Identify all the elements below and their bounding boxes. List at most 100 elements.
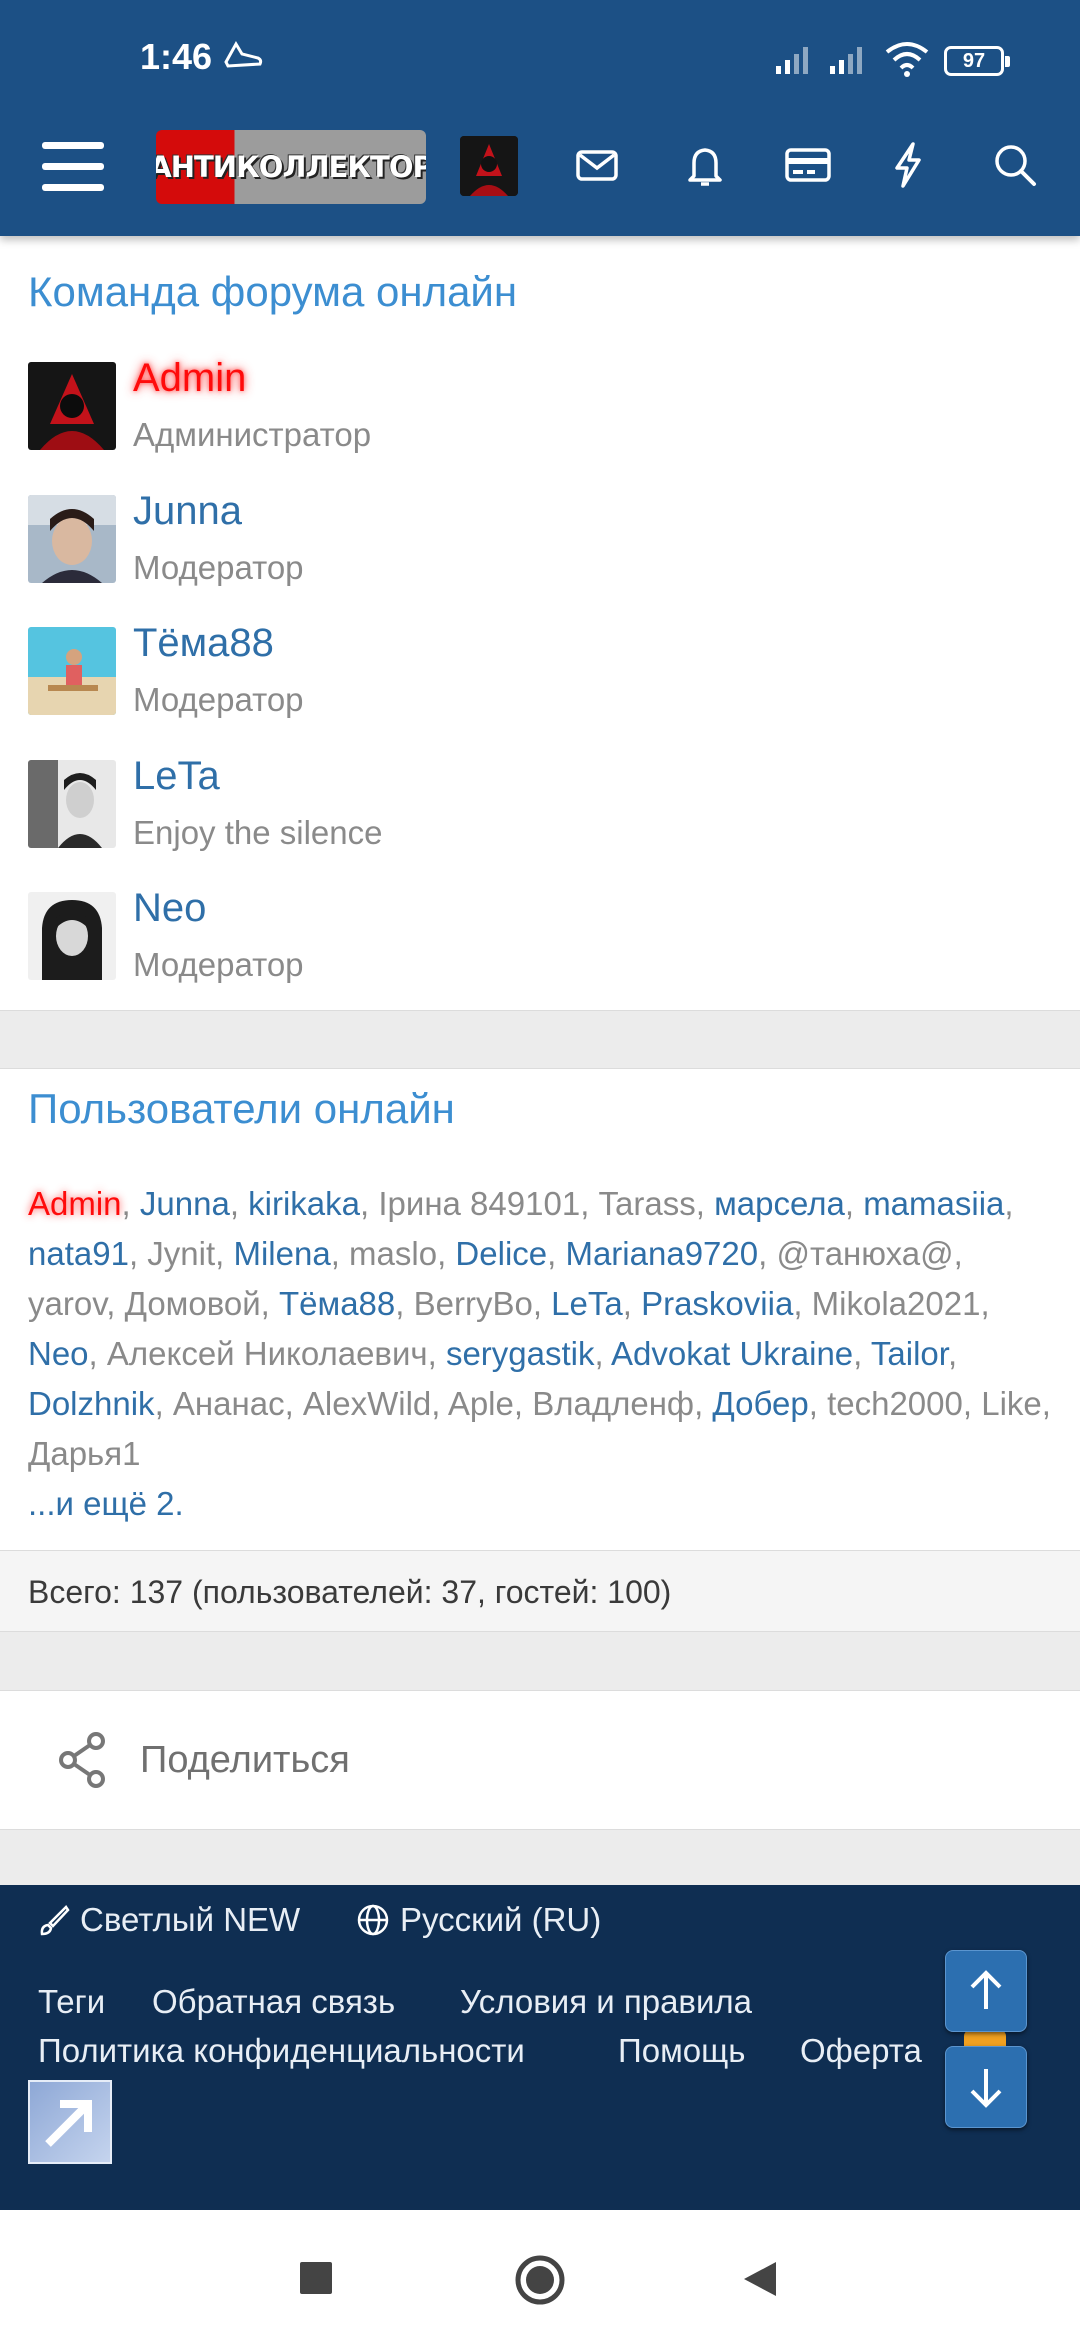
scroll-bottom-button[interactable] bbox=[945, 2046, 1027, 2128]
online-user-link[interactable]: Dolzhnik bbox=[28, 1385, 155, 1422]
online-user-link[interactable]: Admin bbox=[28, 1185, 122, 1222]
online-user-link[interactable]: Mikola2021 bbox=[812, 1285, 981, 1322]
arrow-up-icon bbox=[970, 1970, 1002, 2009]
recents-icon[interactable] bbox=[300, 2262, 332, 2294]
staff-member[interactable]: Junna Модератор bbox=[28, 489, 1048, 615]
staff-online-block: Команда форума онлайн Admin Администрато… bbox=[0, 236, 1080, 1011]
style-chooser[interactable]: Светлый NEW bbox=[38, 1901, 300, 1939]
online-user-link[interactable]: Tailor bbox=[871, 1335, 948, 1372]
status-time: 1:46 bbox=[140, 36, 213, 77]
staff-role: Enjoy the silence bbox=[133, 814, 383, 851]
online-user-link[interactable]: kirikaka bbox=[248, 1185, 360, 1222]
online-user-link[interactable]: Mariana9720 bbox=[565, 1235, 758, 1272]
search-icon[interactable] bbox=[990, 140, 1040, 190]
staff-member[interactable]: Тёма88 Модератор bbox=[28, 621, 1048, 747]
signal-icon bbox=[776, 47, 808, 74]
staff-role: Администратор bbox=[133, 416, 372, 453]
arrow-down-icon bbox=[970, 2069, 1002, 2108]
online-user-list: Admin, Junna, kirikaka, Ірина 849101, Ta… bbox=[28, 1185, 1051, 1522]
online-user-link[interactable]: Neo bbox=[28, 1335, 89, 1372]
menu-icon[interactable] bbox=[42, 140, 108, 194]
staff-name[interactable]: Neo bbox=[133, 886, 206, 931]
signal-icon-2 bbox=[830, 47, 862, 74]
online-user-link[interactable]: Дарья1 bbox=[28, 1435, 140, 1472]
online-user-link[interactable]: yarov bbox=[28, 1285, 106, 1322]
footer-link-privacy[interactable]: Политика конфиденциальности bbox=[38, 2032, 525, 2070]
globe-icon bbox=[357, 1904, 389, 1936]
online-user-link[interactable]: Like bbox=[981, 1385, 1042, 1422]
online-user-link[interactable]: Тёма88 bbox=[279, 1285, 395, 1322]
mail-icon[interactable] bbox=[572, 140, 622, 190]
staff-role: Модератор bbox=[133, 946, 304, 983]
system-nav-bar bbox=[0, 2210, 1080, 2340]
share-button[interactable]: Поделиться bbox=[56, 1728, 350, 1792]
brush-icon bbox=[40, 1905, 70, 1936]
online-user-link[interactable]: serygastik bbox=[446, 1335, 595, 1372]
online-user-link[interactable]: nata91 bbox=[28, 1235, 129, 1272]
online-user-link[interactable]: Jynit bbox=[147, 1235, 215, 1272]
bell-icon[interactable] bbox=[680, 140, 730, 190]
staff-role: Модератор bbox=[133, 681, 304, 718]
card-icon[interactable] bbox=[783, 140, 833, 190]
online-user-link[interactable]: Praskoviia bbox=[641, 1285, 793, 1322]
avatar[interactable] bbox=[28, 362, 116, 450]
online-user-link[interactable]: Домовой bbox=[125, 1285, 261, 1322]
footer-link-tags[interactable]: Теги bbox=[38, 1983, 105, 2021]
staff-role: Модератор bbox=[133, 549, 304, 586]
online-user-link[interactable]: Ананас bbox=[173, 1385, 285, 1422]
footer: Светлый NEW Русский (RU) Теги Обратная с… bbox=[0, 1885, 1080, 2210]
footer-link-feedback[interactable]: Обратная связь bbox=[152, 1983, 395, 2021]
language-chooser[interactable]: Русский (RU) bbox=[356, 1901, 601, 1939]
online-user-link[interactable]: Владленф bbox=[532, 1385, 694, 1422]
online-user-link[interactable]: Добер bbox=[712, 1385, 808, 1422]
style-label: Светлый NEW bbox=[80, 1901, 301, 1938]
online-user-link[interactable]: @танюха@ bbox=[776, 1235, 953, 1272]
staff-member[interactable]: LeTa Enjoy the silence bbox=[28, 754, 1048, 880]
online-totals: Всего: 137 (пользователей: 37, гостей: 1… bbox=[0, 1550, 1080, 1632]
language-label: Русский (RU) bbox=[400, 1901, 602, 1938]
users-online-title[interactable]: Пользователи онлайн bbox=[28, 1085, 455, 1133]
footer-link-help[interactable]: Помощь bbox=[618, 2032, 745, 2070]
staff-name[interactable]: Тёма88 bbox=[133, 621, 274, 666]
avatar[interactable] bbox=[28, 495, 116, 583]
wifi-icon bbox=[885, 42, 929, 77]
online-user-link[interactable]: mamasiia bbox=[863, 1185, 1004, 1222]
users-online-block: Пользователи онлайн Admin, Junna, kirika… bbox=[0, 1068, 1080, 1552]
site-logo[interactable]: АНТИКОЛЛЕКТОР bbox=[156, 130, 426, 204]
online-user-link[interactable]: tech2000 bbox=[827, 1385, 963, 1422]
staff-name[interactable]: LeTa bbox=[133, 754, 220, 799]
avatar[interactable] bbox=[28, 627, 116, 715]
online-user-link[interactable]: Tarass bbox=[599, 1185, 696, 1222]
user-avatar[interactable] bbox=[460, 136, 518, 196]
online-user-link[interactable]: BerryBo bbox=[414, 1285, 533, 1322]
home-icon[interactable] bbox=[514, 2254, 566, 2306]
avatar[interactable] bbox=[28, 760, 116, 848]
staff-name[interactable]: Admin bbox=[133, 356, 246, 401]
online-user-link[interactable]: Delice bbox=[455, 1235, 547, 1272]
online-user-link[interactable]: Milena bbox=[233, 1235, 330, 1272]
online-user-link[interactable]: maslo bbox=[349, 1235, 437, 1272]
avatar[interactable] bbox=[28, 892, 116, 980]
more-users-link[interactable]: ...и ещё 2. bbox=[28, 1485, 184, 1522]
back-icon[interactable] bbox=[742, 2260, 778, 2298]
scroll-top-button[interactable] bbox=[945, 1950, 1027, 2032]
online-user-link[interactable]: LeTa bbox=[551, 1285, 623, 1322]
online-user-link[interactable]: Advokat Ukraine bbox=[611, 1335, 853, 1372]
battery-icon: 97 bbox=[944, 46, 1010, 76]
footer-link-offer[interactable]: Оферта bbox=[800, 2032, 922, 2070]
bolt-icon[interactable] bbox=[883, 140, 933, 190]
staff-online-title[interactable]: Команда форума онлайн bbox=[28, 268, 517, 316]
external-link-icon[interactable] bbox=[28, 2080, 112, 2164]
online-user-link[interactable]: AlexWild bbox=[303, 1385, 431, 1422]
online-user-link[interactable]: Aple bbox=[448, 1385, 514, 1422]
online-user-link[interactable]: марсела bbox=[714, 1185, 845, 1222]
staff-name[interactable]: Junna bbox=[133, 489, 242, 534]
staff-member[interactable]: Admin Администратор bbox=[28, 356, 1048, 482]
staff-member[interactable]: Neo Модератор bbox=[28, 886, 1048, 1012]
top-header: 1:46 97 АНТИКОЛЛЕКТОР bbox=[0, 0, 1080, 236]
footer-link-terms[interactable]: Условия и правила bbox=[460, 1983, 752, 2021]
shoe-icon bbox=[224, 41, 263, 68]
online-user-link[interactable]: Junna bbox=[140, 1185, 230, 1222]
online-user-link[interactable]: Алексей Николаевич bbox=[107, 1335, 428, 1372]
online-user-link[interactable]: Ірина 849101 bbox=[378, 1185, 580, 1222]
